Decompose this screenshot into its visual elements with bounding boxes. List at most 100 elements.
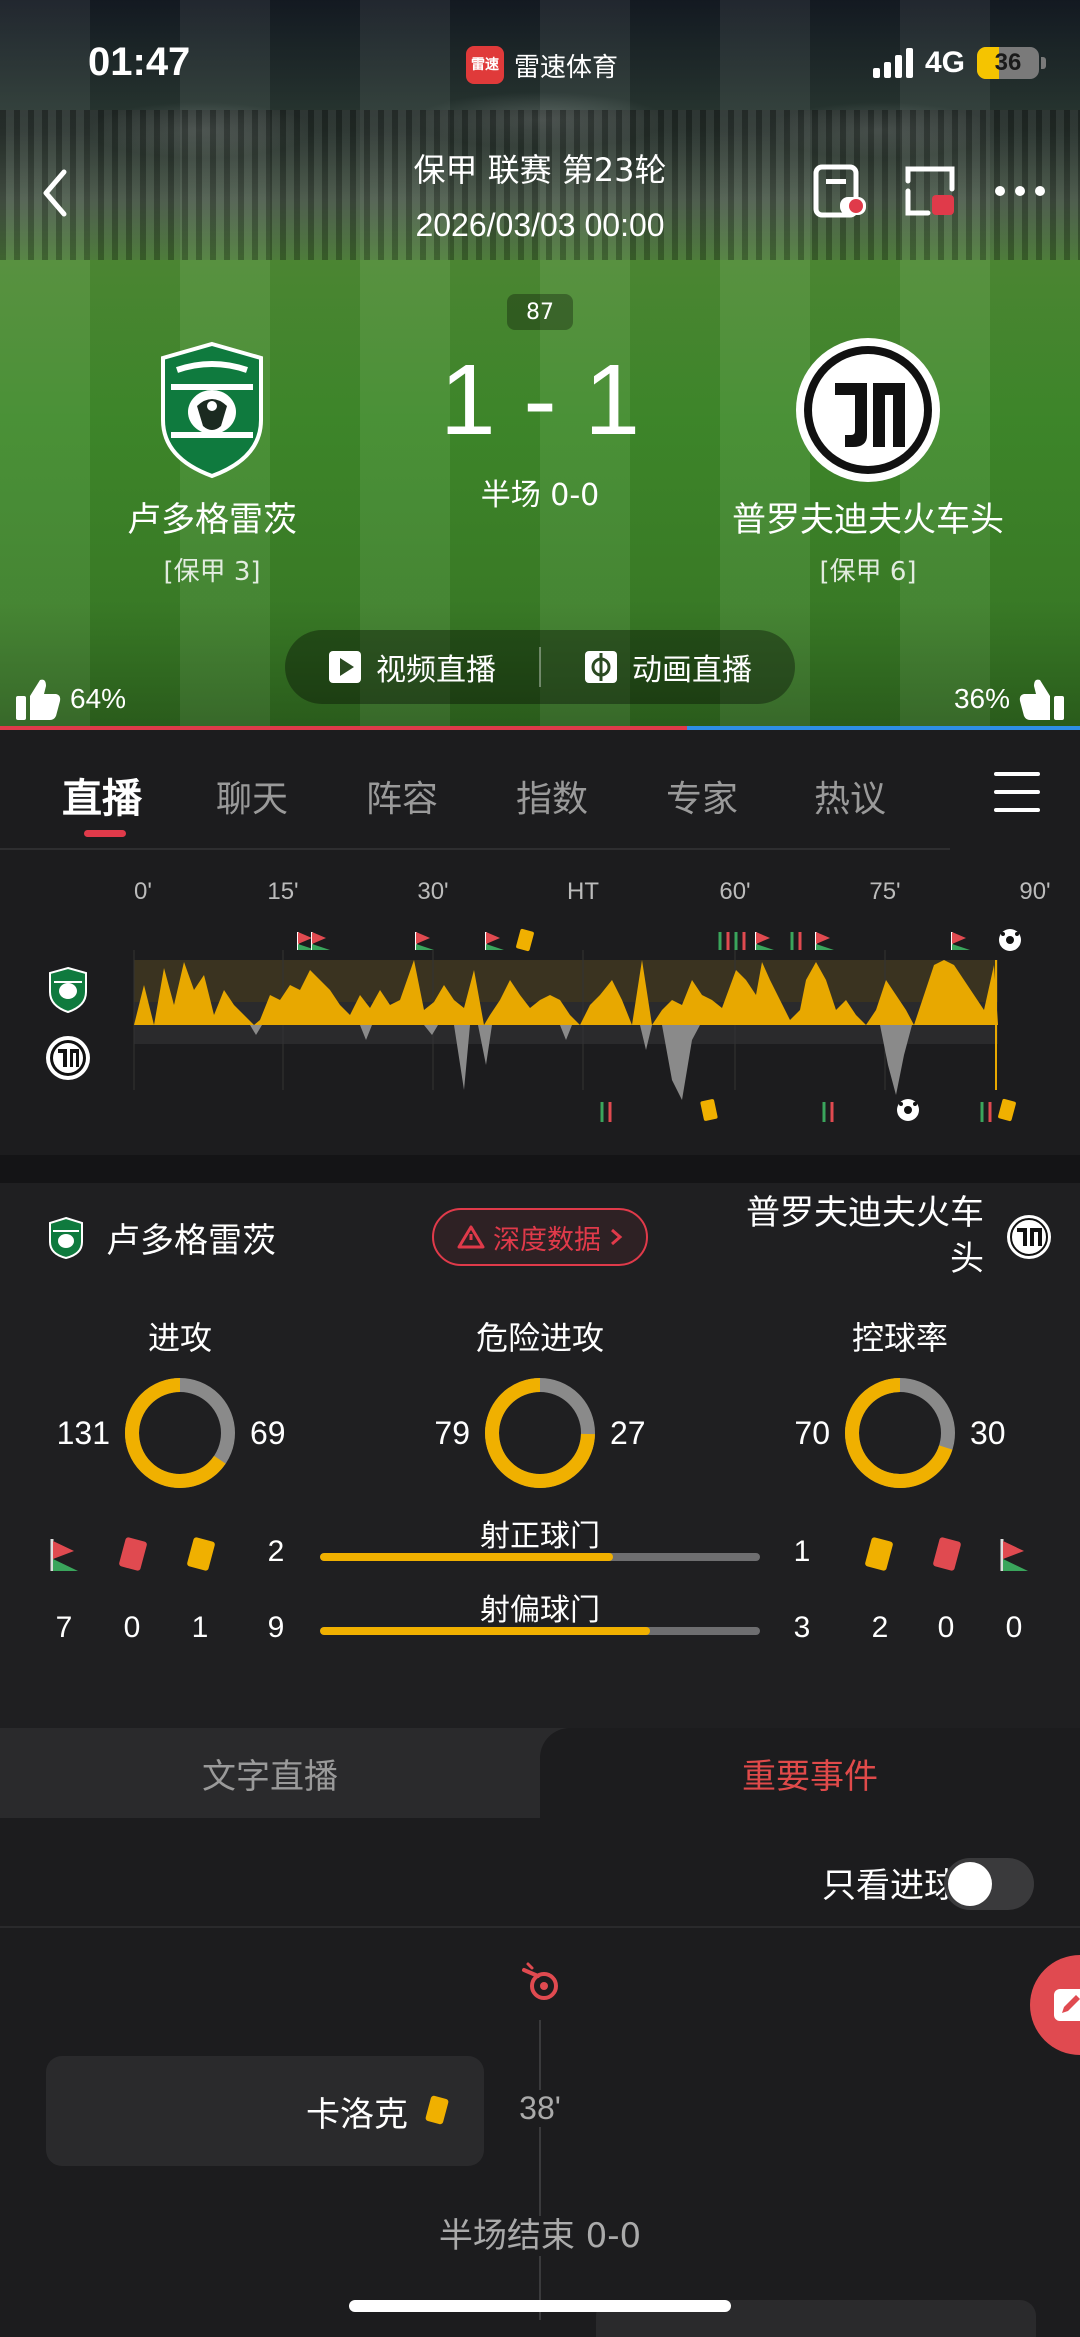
menu-button[interactable] [994,772,1040,812]
soccer-ball-icon [999,929,1021,951]
attacks-label: 进攻 [147,1319,212,1357]
tab-experts[interactable]: 专家 [666,770,738,822]
goals-only-label: 只看进球 [822,1866,958,1906]
yellow-card-icon [858,1535,898,1575]
away-corners: 0 [1005,1611,1023,1644]
menu-icon-line [994,790,1040,794]
more-button[interactable] [990,161,1050,221]
momentum-tick: 60' [719,878,750,905]
home-support-bar [0,726,688,730]
home-events-row [297,928,1021,952]
corner-flag-icon [994,1535,1034,1575]
home-corners: 7 [55,1611,73,1644]
nav-bar: 保甲 联赛 第23轮 2026/03/03 00:00 [0,135,1080,255]
away-team-mini-logo [46,1036,90,1080]
stats-away-name: 普罗夫迪夫火车头 [746,1193,984,1279]
corner-flag-icon [44,1535,84,1575]
shots-on-bar [320,1553,760,1561]
event-player: 卡洛克 [306,2094,408,2135]
tab-key-events[interactable]: 重要事件 [540,1728,1080,1818]
dangerous-attacks-label: 危险进攻 [475,1319,604,1357]
stats-home-name: 卢多格雷茨 [106,1221,276,1261]
chevron-right-icon [611,1228,623,1246]
dangerous-attacks-stat: 危险进攻 79 27 [380,1313,700,1493]
yellow-card-icon [180,1535,220,1575]
active-tab-indicator [84,830,126,837]
goal-filter-row: 只看进球 [0,1818,1080,1928]
screen-toggle-button[interactable] [900,161,960,221]
away-support-percent: 36% [953,683,1010,714]
away-shots-off: 3 [793,1611,811,1644]
lokomotiv-crest-icon [1007,1214,1051,1259]
home-indicator [349,2300,731,2312]
nav-actions [810,161,1050,221]
lokomotiv-crest-icon [796,338,940,482]
corner-flag-icon [485,932,504,950]
attacks-home: 131 [56,1414,110,1451]
tab-text-live[interactable]: 文字直播 [0,1728,540,1818]
momentum-home-area [134,960,998,1002]
away-shots-on: 1 [793,1535,811,1568]
dangerous-attacks-away: 27 [610,1414,646,1451]
tab-live[interactable]: 直播 [62,766,142,824]
eagle-crest-icon [49,1216,83,1259]
tab-lineup[interactable]: 阵容 [366,770,438,822]
substitution-icon [600,1102,612,1122]
shots-off-bar-fill [320,1627,650,1635]
red-card-icon [926,1535,966,1575]
tab-chat[interactable]: 聊天 [216,770,288,822]
app-badge: 雷速 雷速体育 [466,46,618,84]
away-support-bar [687,726,1080,730]
tab-discussion[interactable]: 热议 [814,770,886,822]
support-bar [0,726,1080,730]
clock: 01:47 [88,40,191,84]
attacks-donut [125,1378,235,1488]
corner-flag-icon [815,932,834,950]
away-support[interactable]: 36% [954,676,1066,722]
filter-divider [0,1926,1080,1928]
event-minute: 38' [500,2090,580,2127]
event-card-yellow[interactable]: 卡洛克 [46,2056,484,2166]
substitution-icon [980,1102,992,1122]
shots-on-bar-fill [320,1553,614,1561]
deep-data-button[interactable]: 深度数据 [432,1208,648,1266]
home-red-cards: 0 [123,1611,141,1644]
battery-icon: 36 [977,47,1039,79]
battery-level: 36 [994,49,1022,76]
home-shots-off: 9 [267,1611,285,1644]
network-type: 4G [924,46,965,79]
tab-odds[interactable]: 指数 [516,770,588,822]
attacks-stat: 进攻 131 69 [20,1313,340,1493]
animation-live-button[interactable]: 动画直播 [541,645,795,689]
menu-icon-line [994,808,1040,812]
stats-home-team: 卢多格雷茨 [48,1213,276,1262]
whistle-icon [522,1962,558,2000]
thumbs-up-icon [16,679,61,720]
yellow-card-icon [516,928,534,952]
away-events-row [600,1098,1016,1122]
event-subtabs: 文字直播 重要事件 [0,1728,1080,1818]
momentum-tick: 0' [134,878,152,905]
home-yellow-cards: 1 [191,1611,209,1644]
substitution-icon [718,932,746,950]
yellow-card-icon [998,1098,1016,1122]
possession-label: 控球率 [851,1319,948,1357]
halftime-event: 半场结束 0-0 [0,2208,1080,2257]
section-gap [0,1155,1080,1183]
yellow-card-icon [425,2095,449,2125]
video-live-button[interactable]: 视频直播 [285,645,539,689]
warning-triangle-icon [457,1225,485,1249]
live-buttons: 视频直播 动画直播 [285,630,795,704]
dangerous-attacks-donut [485,1378,595,1488]
shots-on-label: 射正球门 [480,1519,600,1554]
away-yellow-cards: 2 [871,1611,889,1644]
float-window-button[interactable] [810,161,870,221]
goals-only-toggle[interactable] [944,1858,1034,1910]
home-team-rank: [保甲 3] [163,557,261,587]
home-support[interactable]: 64% [14,676,126,722]
possession-stat: 控球率 70 30 [740,1313,1060,1493]
halftime-event-label: 半场结束 0-0 [430,2216,650,2256]
stats-away-team: 普罗夫迪夫火车头 [714,1191,1052,1283]
away-team[interactable]: 普罗夫迪夫火车头 [保甲 6] [718,330,1018,588]
away-team-name: 普罗夫迪夫火车头 [732,500,1004,540]
